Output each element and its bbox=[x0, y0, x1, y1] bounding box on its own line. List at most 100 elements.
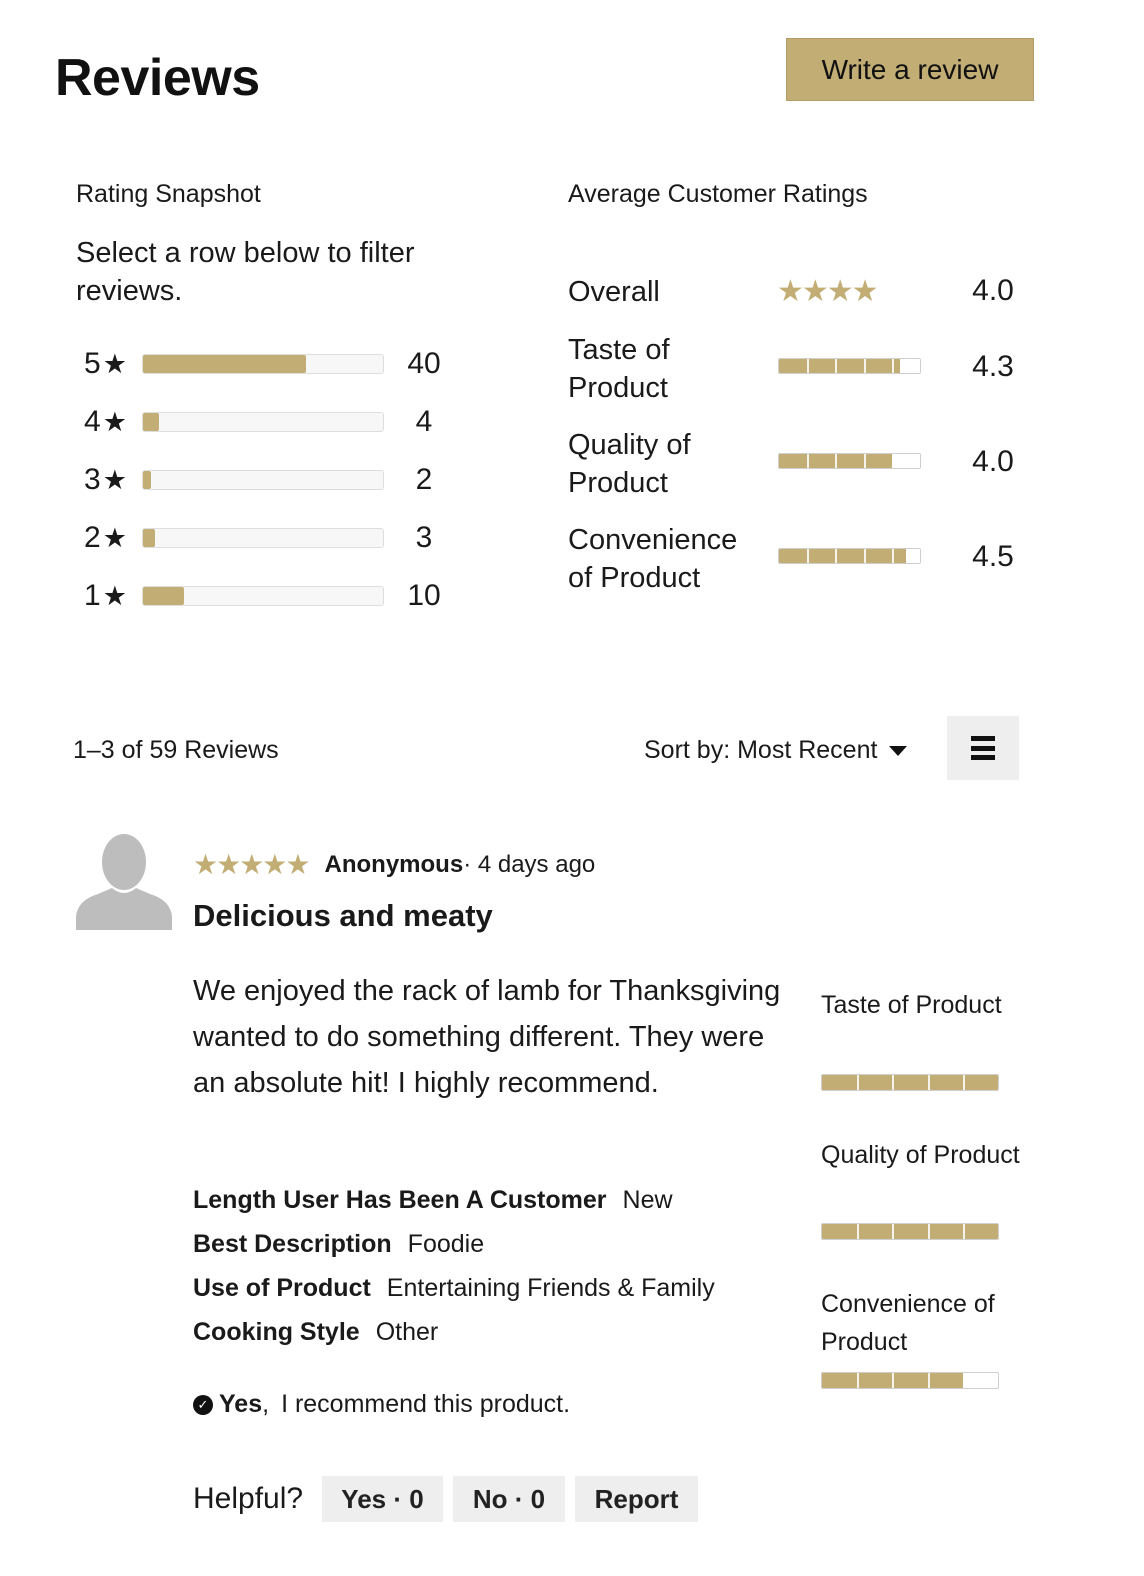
recommend-yes: Yes bbox=[219, 1390, 263, 1418]
rating-fill bbox=[822, 1224, 998, 1239]
histogram-count: 3 bbox=[415, 521, 433, 554]
rating-divider bbox=[863, 454, 866, 468]
review-date: · 4 days ago bbox=[463, 850, 596, 878]
rating-divider bbox=[863, 359, 866, 373]
rating-divider bbox=[807, 454, 810, 468]
star-icon: ★ bbox=[102, 348, 127, 379]
attribute-key: Use of Product bbox=[193, 1274, 371, 1302]
hamburger-icon bbox=[971, 736, 995, 760]
histogram-star-label: 2 bbox=[84, 521, 101, 554]
rating-divider bbox=[962, 1075, 965, 1090]
review-body: We enjoyed the rack of lamb for Thanksgi… bbox=[193, 975, 781, 1099]
rating-divider bbox=[927, 1224, 930, 1239]
rating-divider bbox=[892, 1373, 895, 1388]
attribute-row: Use of Product Entertaining Friends & Fa… bbox=[193, 1274, 715, 1303]
page-title: Reviews bbox=[55, 49, 260, 107]
review-rating-label-taste: Taste of Product bbox=[821, 991, 1002, 1019]
avg-bar-quality bbox=[778, 453, 921, 469]
histogram-count: 4 bbox=[415, 405, 433, 438]
recommendation: ✓ Yes, I recommend this product. bbox=[193, 1390, 570, 1419]
review-title: Delicious and meaty bbox=[193, 898, 493, 933]
review-stars: ★★★★★ bbox=[193, 849, 311, 880]
avg-value-taste: 4.3 bbox=[972, 350, 1014, 383]
histogram-row-2[interactable]: 2 ★ 3 bbox=[84, 521, 464, 555]
rating-divider bbox=[927, 1075, 930, 1090]
histogram-fill bbox=[143, 587, 184, 605]
rating-divider bbox=[835, 359, 838, 373]
average-ratings-heading: Average Customer Ratings bbox=[568, 180, 868, 208]
review-rating-label-quality: Quality of Product bbox=[821, 1141, 1020, 1169]
attribute-row: Length User Has Been A Customer New bbox=[193, 1186, 673, 1215]
review-count: 1–3 of 59 Reviews bbox=[73, 736, 279, 764]
histogram-bar bbox=[142, 586, 384, 606]
star-icon: ★ bbox=[102, 580, 127, 611]
check-circle-icon: ✓ bbox=[193, 1394, 213, 1415]
rating-divider bbox=[857, 1224, 860, 1239]
sort-dropdown[interactable]: Sort by: Most Recent bbox=[644, 736, 908, 765]
star-icon: ★ bbox=[102, 464, 127, 495]
sort-label: Sort by: Most Recent bbox=[644, 736, 878, 764]
rating-divider bbox=[927, 1373, 930, 1388]
histogram-bar bbox=[142, 470, 384, 490]
recommend-text: I recommend this product. bbox=[281, 1390, 571, 1418]
filter-hint: Select a row below to filter reviews. bbox=[76, 237, 415, 307]
review-header: ★★★★★ Anonymous · 4 days ago bbox=[193, 848, 595, 881]
rating-divider bbox=[835, 549, 838, 563]
rating-divider bbox=[891, 454, 894, 468]
star-icon: ★ bbox=[102, 522, 127, 553]
histogram-count: 10 bbox=[407, 579, 441, 612]
avg-label-quality: Quality of Product bbox=[568, 429, 691, 499]
rating-divider bbox=[857, 1373, 860, 1388]
avg-value-quality: 4.0 bbox=[972, 445, 1014, 478]
histogram-row-4[interactable]: 4 ★ 4 bbox=[84, 405, 464, 439]
filter-menu-button[interactable] bbox=[947, 716, 1019, 780]
rating-fill bbox=[822, 1075, 998, 1090]
rating-divider bbox=[835, 454, 838, 468]
rating-snapshot-heading: Rating Snapshot bbox=[76, 180, 261, 208]
helpful-yes-button[interactable]: Yes · 0 bbox=[322, 1476, 443, 1522]
rating-divider bbox=[863, 549, 866, 563]
attribute-value: New bbox=[622, 1186, 673, 1214]
rating-divider bbox=[891, 549, 894, 563]
avg-value-convenience: 4.5 bbox=[972, 540, 1014, 573]
rating-fill bbox=[779, 359, 901, 373]
attribute-key: Best Description bbox=[193, 1230, 392, 1258]
overall-stars: ★★★★ bbox=[777, 275, 879, 308]
report-button[interactable]: Report bbox=[575, 1476, 698, 1522]
rating-divider bbox=[857, 1075, 860, 1090]
rating-divider bbox=[807, 549, 810, 563]
avg-bar-convenience bbox=[778, 548, 921, 564]
overall-value: 4.0 bbox=[972, 274, 1014, 307]
avg-label-convenience: Convenience of Product bbox=[568, 524, 738, 594]
avatar-icon bbox=[76, 834, 172, 930]
rating-divider bbox=[807, 359, 810, 373]
histogram-star-label: 5 bbox=[84, 347, 101, 380]
write-review-button[interactable]: Write a review bbox=[786, 38, 1034, 101]
histogram-fill bbox=[143, 529, 156, 547]
rating-divider bbox=[891, 359, 894, 373]
overall-label: Overall bbox=[568, 276, 660, 308]
review-rating-bar-convenience bbox=[821, 1372, 999, 1389]
review-rating-label-convenience: Convenience of Product bbox=[821, 1290, 995, 1356]
rating-divider bbox=[892, 1224, 895, 1239]
attribute-row: Cooking Style Other bbox=[193, 1318, 438, 1347]
histogram-star-label: 4 bbox=[84, 405, 101, 438]
helpful-no-button[interactable]: No · 0 bbox=[453, 1476, 565, 1522]
rating-fill bbox=[779, 549, 906, 563]
attribute-value: Other bbox=[375, 1318, 439, 1346]
histogram-count: 40 bbox=[407, 347, 441, 380]
rating-divider bbox=[892, 1075, 895, 1090]
avg-label-taste: Taste of Product bbox=[568, 334, 670, 404]
histogram-row-1[interactable]: 1 ★ 10 bbox=[84, 579, 464, 613]
star-icon: ★ bbox=[102, 406, 127, 437]
histogram-fill bbox=[143, 413, 160, 431]
review-rating-bar-taste bbox=[821, 1074, 999, 1091]
attribute-row: Best Description Foodie bbox=[193, 1230, 484, 1259]
rating-divider bbox=[962, 1373, 965, 1388]
histogram-row-3[interactable]: 3 ★ 2 bbox=[84, 463, 464, 497]
histogram-fill bbox=[143, 471, 152, 489]
histogram-bar bbox=[142, 528, 384, 548]
histogram-count: 2 bbox=[415, 463, 433, 496]
histogram-row-5[interactable]: 5 ★ 40 bbox=[84, 347, 464, 381]
attribute-value: Entertaining Friends & Family bbox=[386, 1274, 715, 1302]
